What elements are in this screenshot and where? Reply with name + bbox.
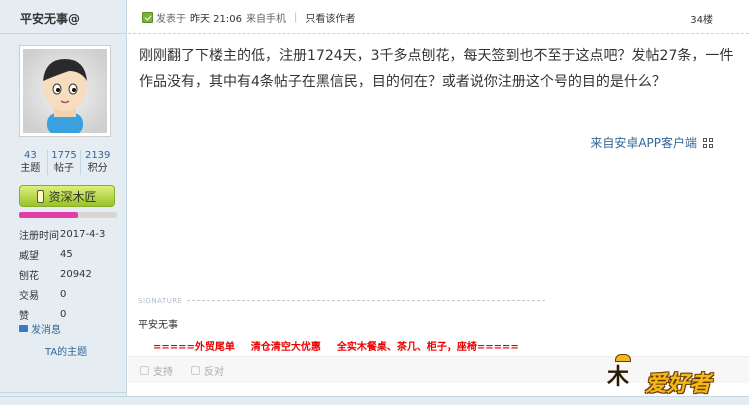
info-row: 刨花 20942 (19, 264, 119, 284)
ta-topics-link[interactable]: TA的主题 (45, 343, 87, 358)
avatar[interactable] (19, 45, 111, 137)
logo-wood-char: 木 (607, 364, 630, 390)
pipe-separator: | (294, 12, 298, 23)
signature-name: 平安无事 (138, 320, 178, 331)
qr-code-icon (703, 137, 713, 148)
post-header: 发表于 昨天 21:06 来自手机 | 只看该作者 (142, 10, 355, 25)
info-row: 威望 45 (19, 244, 119, 264)
site-logo: 木 爱好者 (607, 354, 731, 400)
oppose-button[interactable]: 反对 (191, 363, 224, 378)
signature-ad-part[interactable]: =====外贸尾单 (153, 338, 235, 353)
rank-progress-fill (19, 212, 78, 218)
info-key: 威望 (19, 250, 39, 262)
client-source-link[interactable]: 来自安卓APP客户端 (590, 134, 713, 151)
info-value: 2017-4-3 (60, 228, 106, 240)
signature-ad: =====外贸尾单 清仓清空大优惠 全实木餐桌、茶几、柜子，座椅===== (153, 338, 519, 353)
rank-badge[interactable]: 资深木匠 (19, 185, 115, 207)
stat-label: 积分 (87, 163, 108, 174)
author-only-link[interactable]: 只看该作者 (305, 10, 355, 25)
user-info: 注册时间 2017-4-3 威望 45 刨花 20942 交易 0 赞 0 (19, 224, 119, 324)
info-key: 交易 (19, 290, 39, 302)
support-label: 支持 (153, 366, 173, 378)
info-row: 交易 0 (19, 284, 119, 304)
signature-divider (187, 300, 545, 301)
online-status-icon (142, 12, 153, 23)
post-main: 发表于 昨天 21:06 来自手机 | 只看该作者 34楼 刚刚翻了下楼主的低，… (128, 0, 749, 405)
divider (128, 33, 749, 34)
user-sidebar: 平安无事@ 43 主题 1775 帖子 2139 积分 资深木匠 注册时间 20… (0, 0, 127, 405)
stat-value: 1775 (51, 150, 77, 161)
user-stats: 43 主题 1775 帖子 2139 积分 (14, 150, 114, 175)
info-value: 45 (60, 248, 73, 260)
stat-topics[interactable]: 43 主题 (14, 150, 47, 175)
send-message-link[interactable]: 发消息 (19, 321, 61, 336)
oppose-label: 反对 (204, 366, 224, 378)
post-content: 刚刚翻了下楼主的低，注册1724天，3千多点刨花，每天签到也不至于这点吧？发帖2… (139, 48, 734, 90)
post-source: 来自手机 (246, 14, 286, 25)
info-value: 20942 (60, 268, 92, 280)
username[interactable]: 平安无事@ (20, 10, 80, 27)
signature-label: SIGNATURE (138, 297, 183, 305)
rank-label: 资深木匠 (48, 189, 97, 204)
info-key: 赞 (19, 310, 29, 322)
info-value: 0 (60, 288, 67, 300)
posted-prefix: 发表于 (156, 14, 186, 25)
info-value: 0 (60, 308, 67, 320)
info-row: 注册时间 2017-4-3 (19, 224, 119, 244)
signature-ad-part[interactable]: 清仓清空大优惠 (251, 338, 321, 353)
thumbs-down-icon (191, 365, 200, 375)
client-label: 来自安卓APP客户端 (590, 136, 697, 150)
stat-label: 主题 (20, 163, 41, 174)
stat-label: 帖子 (54, 163, 74, 174)
stat-points[interactable]: 2139 积分 (80, 150, 114, 175)
send-message-label: 发消息 (31, 325, 61, 336)
info-key: 注册时间 (19, 230, 59, 242)
avatar-image (23, 49, 107, 133)
info-key: 刨花 (19, 270, 39, 282)
pencil-icon (37, 189, 45, 203)
floor-number[interactable]: 34楼 (690, 11, 713, 26)
logo-text: 爱好者 (645, 372, 712, 397)
mail-icon (19, 325, 28, 332)
support-button[interactable]: 支持 (140, 363, 173, 378)
next-post-strip (0, 396, 749, 405)
post-time: 昨天 21:06 (190, 14, 242, 25)
divider (0, 392, 127, 393)
stat-value: 2139 (84, 150, 111, 161)
rank-progress-bar (19, 212, 117, 218)
signature-ad-part[interactable]: 全实木餐桌、茶几、柜子，座椅===== (337, 338, 519, 353)
divider (0, 33, 127, 34)
stat-posts[interactable]: 1775 帖子 (46, 150, 81, 175)
stat-value: 43 (23, 150, 37, 161)
thumbs-up-icon (140, 365, 149, 375)
